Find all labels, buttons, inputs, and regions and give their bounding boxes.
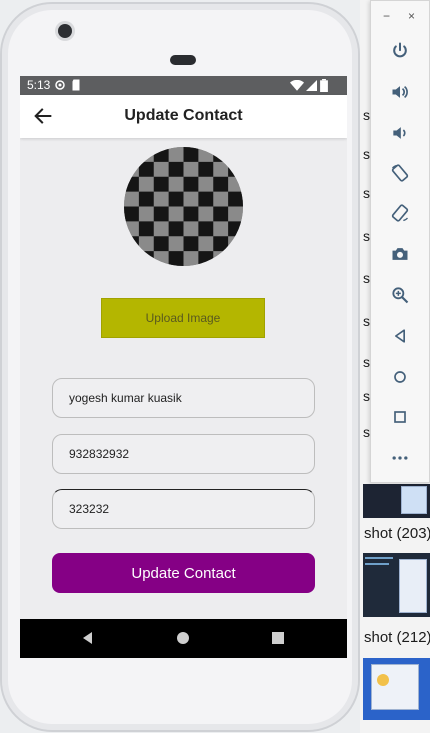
emulator-toolbar: − × [370, 0, 430, 483]
name-field[interactable]: yogesh kumar kuasik [52, 378, 315, 418]
system-navigation-bar [20, 619, 347, 658]
status-time: 5:13 [27, 78, 51, 92]
file-label[interactable]: shot (212) [364, 629, 430, 646]
upload-image-button[interactable]: Upload Image [101, 298, 265, 338]
nav-home-icon[interactable] [175, 630, 191, 646]
home-icon[interactable] [385, 362, 415, 392]
zoom-icon[interactable] [385, 280, 415, 310]
file-name-fragment: s [363, 424, 370, 440]
wifi-icon [290, 80, 304, 91]
phone-frame: 5:13 Update Contact Upload Image yogesh … [0, 2, 360, 732]
update-contact-button[interactable]: Update Contact [52, 553, 315, 593]
settings-status-icon [55, 80, 65, 90]
file-thumbnail[interactable] [363, 553, 430, 617]
page-title: Update Contact [124, 107, 243, 124]
file-name-fragment: s [363, 388, 370, 404]
battery-icon [320, 79, 328, 92]
sd-card-icon [72, 79, 80, 91]
avatar-placeholder-image [124, 147, 243, 266]
status-bar: 5:13 [20, 76, 347, 95]
app-screen: 5:13 Update Contact Upload Image yogesh … [20, 76, 347, 658]
rotate-right-icon[interactable] [385, 198, 415, 228]
more-icon[interactable] [385, 443, 415, 473]
app-bar: Update Contact [20, 95, 347, 138]
file-name-fragment: s [363, 313, 370, 329]
camera-icon[interactable] [385, 239, 415, 269]
file-name-fragment: s [363, 354, 370, 370]
file-name-fragment: s [363, 146, 370, 162]
contact-avatar[interactable] [124, 147, 243, 266]
back-icon[interactable] [385, 321, 415, 351]
file-name-fragment: s [363, 107, 370, 123]
front-camera [58, 24, 72, 38]
signal-icon [306, 80, 317, 91]
earpiece-speaker [170, 55, 196, 65]
screen-root: s s s s s s s s s shot (203) shot (212) … [0, 0, 430, 733]
file-thumbnail[interactable] [363, 484, 430, 518]
volume-down-icon[interactable] [385, 118, 415, 148]
file-name-fragment: s [363, 185, 370, 201]
file-name-fragment: s [363, 228, 370, 244]
second-number-field[interactable]: 323232 [52, 489, 315, 529]
phone-field[interactable]: 932832932 [52, 434, 315, 474]
volume-up-icon[interactable] [385, 77, 415, 107]
close-icon[interactable]: × [408, 9, 415, 23]
nav-overview-icon[interactable] [270, 630, 286, 646]
minimize-icon[interactable]: − [383, 9, 390, 23]
file-label[interactable]: shot (203) [364, 525, 430, 542]
file-thumbnail[interactable] [363, 658, 430, 720]
power-icon[interactable] [385, 36, 415, 66]
file-name-fragment: s [363, 270, 370, 286]
overview-icon[interactable] [385, 402, 415, 432]
rotate-left-icon[interactable] [385, 158, 415, 188]
nav-back-icon[interactable] [80, 630, 96, 646]
